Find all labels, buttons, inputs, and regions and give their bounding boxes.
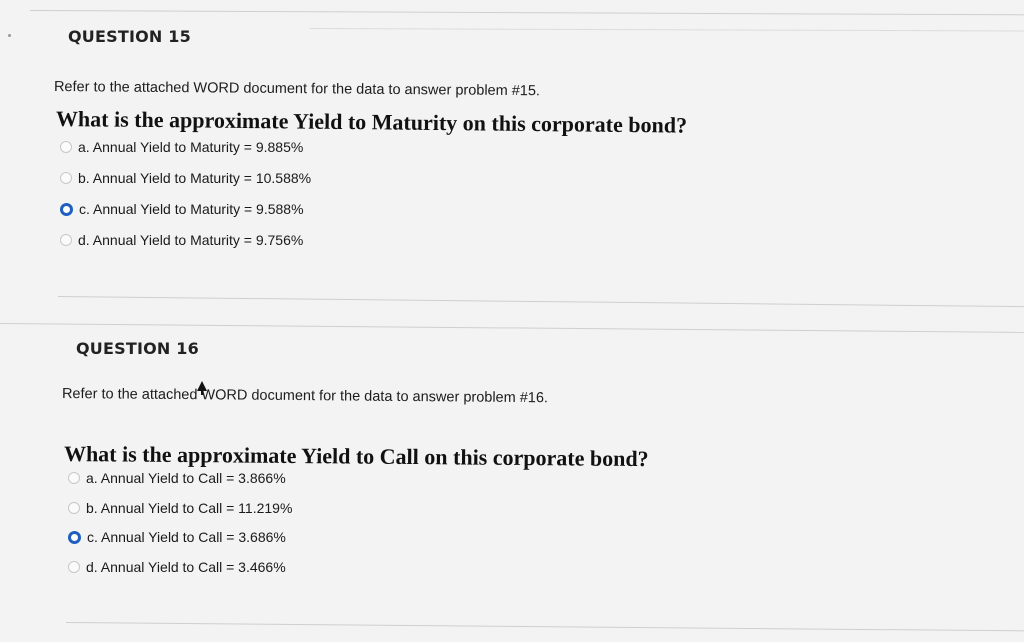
radio-button[interactable] [68,502,80,514]
question-header: QUESTION 15 [68,27,191,46]
answer-option-a[interactable]: a. Annual Yield to Call = 3.866% [68,470,286,486]
answer-option-b[interactable]: b. Annual Yield to Maturity = 10.588% [60,170,311,186]
question-15-bottom-divider [57,296,1024,308]
radio-button[interactable] [60,141,72,153]
answer-option-d[interactable]: d. Annual Yield to Call = 3.466% [68,559,286,575]
option-label: b. Annual Yield to Maturity = 10.588% [78,170,312,186]
section-divider [0,323,1024,333]
option-label: c. Annual Yield to Call = 3.686% [87,529,286,545]
question-header: QUESTION 16 [76,339,199,358]
answer-option-b[interactable]: b. Annual Yield to Call = 11.219% [68,500,292,516]
mouse-cursor-icon [197,381,207,395]
option-label: d. Annual Yield to Maturity = 9.756% [78,232,304,248]
answer-option-d[interactable]: d. Annual Yield to Maturity = 9.756% [60,232,303,248]
option-label: b. Annual Yield to Call = 11.219% [86,500,293,516]
option-label: a. Annual Yield to Maturity = 9.885% [78,139,304,155]
radio-button-selected[interactable] [68,530,81,544]
option-label: c. Annual Yield to Maturity = 9.588% [79,201,304,217]
top-divider [29,10,1024,16]
radio-button-selected[interactable] [60,202,73,216]
top-divider-secondary [309,28,1024,32]
radio-button[interactable] [68,561,80,573]
answer-option-c[interactable]: c. Annual Yield to Call = 3.686% [68,529,286,545]
question-prompt: What is the approximate Yield to Call on… [63,441,649,472]
radio-button[interactable] [60,172,72,184]
radio-button[interactable] [60,234,72,246]
option-label: d. Annual Yield to Call = 3.466% [86,559,286,575]
radio-button[interactable] [68,472,80,484]
question-instruction: Refer to the attached WORD document for … [61,386,549,407]
answer-option-c[interactable]: c. Annual Yield to Maturity = 9.588% [60,201,304,217]
question-16-bottom-divider [65,622,1024,632]
answer-option-a[interactable]: a. Annual Yield to Maturity = 9.885% [60,139,303,155]
margin-dot [8,34,11,37]
option-label: a. Annual Yield to Call = 3.866% [86,470,286,486]
question-prompt: What is the approximate Yield to Maturit… [55,106,688,138]
question-instruction: Refer to the attached WORD document for … [53,79,541,100]
